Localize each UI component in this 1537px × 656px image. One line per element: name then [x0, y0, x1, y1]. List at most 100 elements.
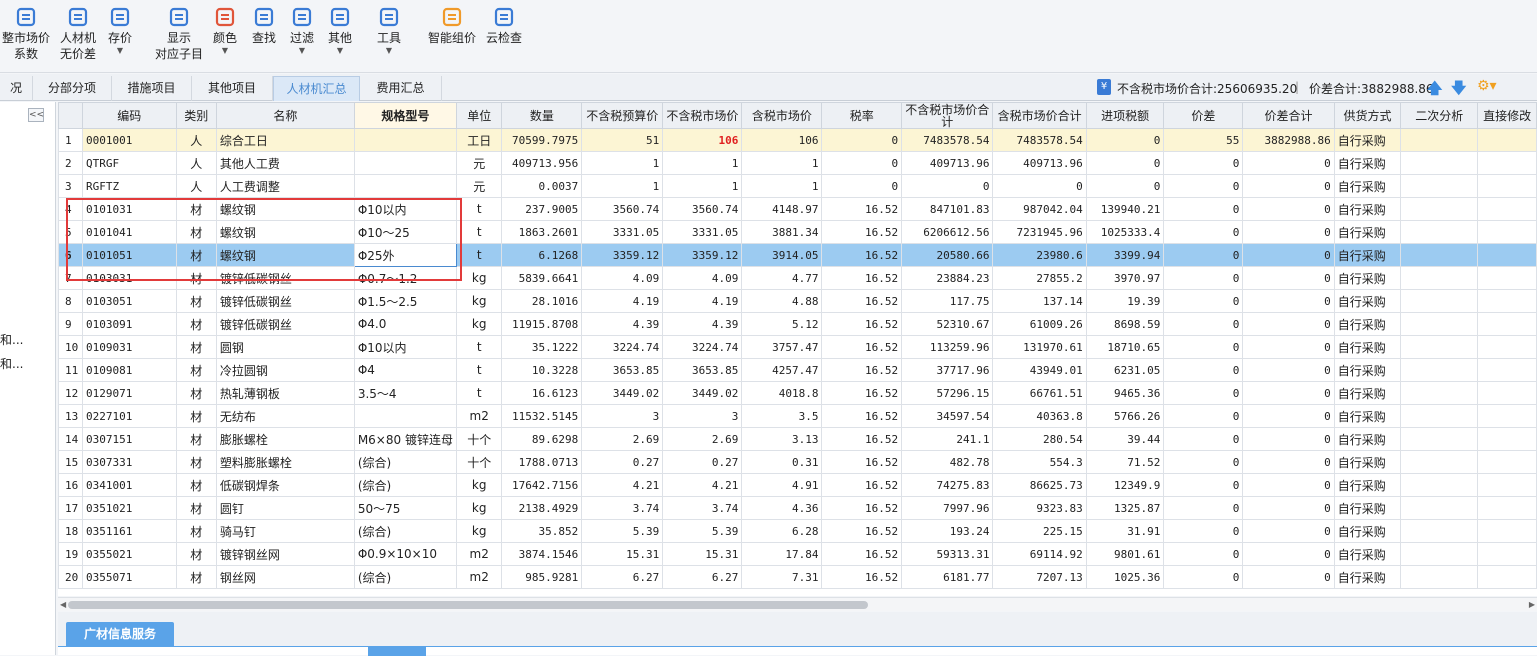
table-cell[interactable]: 8	[58, 289, 83, 313]
table-cell[interactable]: 自行采购	[1333, 197, 1402, 221]
table-cell[interactable]: 3359.12	[581, 243, 664, 267]
column-header[interactable]: 类别	[175, 102, 217, 129]
table-cell[interactable]: 0	[1242, 496, 1335, 520]
table-cell[interactable]: 0.27	[581, 450, 664, 474]
table-cell[interactable]: 材	[175, 496, 217, 520]
table-cell[interactable]: 0	[1163, 358, 1244, 382]
table-cell[interactable]: 6181.77	[901, 565, 994, 589]
table-cell[interactable]: 9465.36	[1085, 381, 1165, 405]
column-header[interactable]: 二次分析	[1400, 102, 1479, 129]
table-cell[interactable]: 15	[58, 450, 83, 474]
table-cell[interactable]: 3653.85	[662, 358, 743, 382]
table-cell[interactable]: 241.1	[901, 427, 994, 451]
table-cell[interactable]: 1	[581, 151, 664, 175]
table-cell[interactable]: kg	[455, 312, 503, 336]
table-cell[interactable]: 28.1016	[501, 289, 583, 313]
table-cell[interactable]: 7231945.96	[992, 220, 1087, 244]
table-cell[interactable]: 5.12	[741, 312, 823, 336]
table-cell[interactable]: 27855.2	[992, 266, 1087, 290]
toolbar-button-3[interactable]: 显示 对应子目	[152, 6, 206, 62]
column-header[interactable]: 不含税市场价	[662, 102, 743, 129]
table-cell[interactable]: 12	[58, 381, 83, 405]
table-cell[interactable]	[1477, 473, 1537, 497]
table-cell[interactable]: 71.52	[1085, 450, 1165, 474]
table-cell[interactable]: 3970.97	[1085, 266, 1165, 290]
table-cell[interactable]: 6231.05	[1085, 358, 1165, 382]
table-cell[interactable]: 0355021	[81, 542, 177, 566]
table-cell[interactable]: 137.14	[992, 289, 1087, 313]
table-row[interactable]: 2 QTRGF 人其他人工费元 409713.956 1 1 1 0 409713.96 4097…	[58, 151, 1537, 175]
table-cell[interactable]: 十个	[455, 450, 503, 474]
table-cell[interactable]: 3874.1546	[501, 542, 583, 566]
table-cell[interactable]: 螺纹钢	[215, 243, 355, 267]
table-cell[interactable]: 0341001	[81, 473, 177, 497]
table-cell[interactable]	[1400, 266, 1479, 290]
table-cell[interactable]: 0	[821, 174, 903, 198]
table-cell[interactable]: 12349.9	[1085, 473, 1165, 497]
table-row[interactable]: 7 0103031 材镀锌低碳钢丝 Φ0.7～1.2 kg 5839.6641 4.09 4.…	[58, 266, 1537, 290]
table-row[interactable]: 3 RGFTZ 人人工费调整元 0.0037 1 1 1 0 0 0 0 0 0 自行采购	[58, 174, 1537, 198]
table-row[interactable]: 5 0101041 材螺纹钢 Φ10～25 t 1863.2601 3331.05 3331.…	[58, 220, 1537, 244]
table-cell[interactable]: 8698.59	[1085, 312, 1165, 336]
table-cell[interactable]: 3	[581, 404, 664, 428]
table-cell[interactable]: 7483578.54	[992, 128, 1087, 152]
toolbar-button-1[interactable]: 人材机 无价差	[56, 6, 100, 62]
table-cell[interactable]: 31.91	[1085, 519, 1165, 543]
table-cell[interactable]: 人	[175, 151, 217, 175]
table-cell[interactable]: 0	[821, 151, 903, 175]
table-cell[interactable]: 9801.61	[1085, 542, 1165, 566]
table-cell[interactable]: 0	[1242, 381, 1335, 405]
table-cell[interactable]: 19.39	[1085, 289, 1165, 313]
table-cell[interactable]: 自行采购	[1333, 542, 1402, 566]
table-cell[interactable]: 3	[662, 404, 743, 428]
table-cell[interactable]: 16.52	[821, 450, 903, 474]
toolbar-button-6[interactable]: 过滤 ▼	[287, 6, 317, 55]
table-cell[interactable]: 3449.02	[581, 381, 664, 405]
table-cell[interactable]: 52310.67	[901, 312, 994, 336]
table-cell[interactable]: 1325.87	[1085, 496, 1165, 520]
table-cell[interactable]: (综合)	[353, 473, 457, 497]
table-cell[interactable]: 11915.8708	[501, 312, 583, 336]
table-cell[interactable]: 39.44	[1085, 427, 1165, 451]
table-cell[interactable]: 0.27	[662, 450, 743, 474]
table-cell[interactable]: 自行采购	[1333, 358, 1402, 382]
table-cell[interactable]	[353, 151, 457, 175]
table-cell[interactable]: 554.3	[992, 450, 1087, 474]
table-cell[interactable]: 17.84	[741, 542, 823, 566]
table-cell[interactable]	[1477, 335, 1537, 359]
table-row[interactable]: 15 0307331 材塑料膨胀螺栓 (综合) 十个 1788.0713 0.27 0.27 0…	[58, 450, 1537, 474]
table-cell[interactable]: Φ1.5～2.5	[353, 289, 457, 313]
table-cell[interactable]: 40363.8	[992, 404, 1087, 428]
table-cell[interactable]: 材	[175, 473, 217, 497]
tab-4[interactable]: 人材机汇总	[273, 76, 360, 101]
table-cell[interactable]: 34597.54	[901, 404, 994, 428]
table-cell[interactable]: 5	[58, 220, 83, 244]
table-row[interactable]: 11 0109081 材冷拉圆钢 Φ4 t 10.3228 3653.85 3653.85 42…	[58, 358, 1537, 382]
table-cell[interactable]	[353, 128, 457, 152]
table-cell[interactable]: 0109081	[81, 358, 177, 382]
table-cell[interactable]: 2.69	[581, 427, 664, 451]
arrow-up-icon[interactable]: 🡅	[1427, 78, 1442, 103]
tab-price-info-service[interactable]: 广材信息服务	[66, 622, 174, 646]
table-cell[interactable]: 23980.6	[992, 243, 1087, 267]
table-cell[interactable]: Φ4.0	[353, 312, 457, 336]
table-cell[interactable]: 4	[58, 197, 83, 221]
table-cell[interactable]: 106	[662, 128, 743, 152]
table-cell[interactable]: 材	[175, 289, 217, 313]
table-cell[interactable]: 409713.96	[901, 151, 994, 175]
column-header[interactable]: 不含税预算价	[581, 102, 664, 129]
column-header[interactable]	[58, 102, 83, 129]
table-cell[interactable]	[1477, 312, 1537, 336]
table-cell[interactable]: 1025.36	[1085, 565, 1165, 589]
table-cell[interactable]: Φ0.7～1.2	[353, 266, 457, 290]
table-row[interactable]: 12 0129071 材热轧薄钢板 3.5～4 t 16.6123 3449.02 3449.…	[58, 381, 1537, 405]
table-cell[interactable]: 10.3228	[501, 358, 583, 382]
table-cell[interactable]: 4.21	[581, 473, 664, 497]
table-cell[interactable]: 3331.05	[662, 220, 743, 244]
table-cell[interactable]	[1400, 220, 1479, 244]
table-cell[interactable]: 16.52	[821, 519, 903, 543]
table-cell[interactable]: 16	[58, 473, 83, 497]
table-cell[interactable]: 自行采购	[1333, 128, 1402, 152]
table-row[interactable]: 1 0001001 人综合工日 工日 70599.7975 51 106 106 0 748357…	[58, 128, 1537, 152]
table-cell[interactable]: (综合)	[353, 565, 457, 589]
